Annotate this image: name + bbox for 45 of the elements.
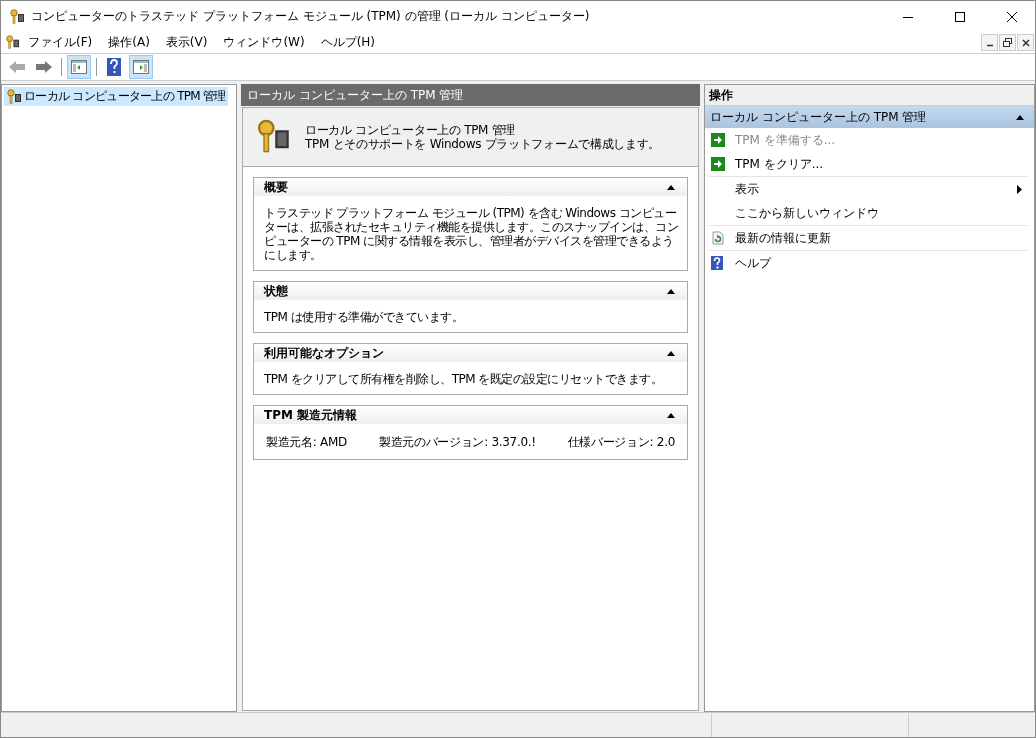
arrow-icon xyxy=(711,133,725,147)
close-button[interactable] xyxy=(1017,34,1034,51)
banner-title: ローカル コンピューター上の TPM 管理 xyxy=(305,123,517,137)
info-field: 製造元のバージョン: 3.37.0.! xyxy=(378,434,536,451)
action-item[interactable]: ここから新しいウィンドウ xyxy=(709,201,1028,225)
section-title: 概要 xyxy=(264,178,289,196)
restore-icon xyxy=(1003,38,1012,47)
menu-item[interactable]: 表示(V) xyxy=(157,32,216,53)
forward-arrow-icon[interactable] xyxy=(35,60,53,74)
window-title: コンピューターのトラステッド プラットフォーム モジュール (TPM) の管理 (ローカル コンピューター) xyxy=(31,8,591,25)
arrow-icon xyxy=(711,157,725,171)
tree-pane-icon[interactable] xyxy=(71,60,87,74)
section-text: トラステッド プラットフォーム モジュール (TPM) を含む Windows コンピューターは、拡張されたセキュリティ機能を提供します。このスナップインは、コンピューターの TPM に関する情報を表示し、管理者がデバイスを管理できるようにします。 xyxy=(264,206,679,262)
section-text: TPM は使用する準備ができています。 xyxy=(264,310,465,324)
section-text: TPM をクリアして所有権を削除し、TPM を既定の設定にリセットできます。 xyxy=(264,372,664,386)
action-pane-icon[interactable] xyxy=(133,60,149,74)
actions-header: 操作 xyxy=(705,85,1034,106)
close-icon xyxy=(1007,11,1017,22)
refresh-icon xyxy=(711,231,725,245)
help-icon xyxy=(711,256,725,270)
maximize-icon xyxy=(955,11,965,22)
info-field: 製造元名: AMD xyxy=(266,434,347,451)
menu-item[interactable]: ウィンドウ(W) xyxy=(215,32,313,53)
section-title: 状態 xyxy=(264,282,289,300)
close-icon xyxy=(1021,38,1030,47)
tree-item[interactable]: ローカル コンピューター上の TPM 管理 xyxy=(4,87,228,106)
tpm-key-icon xyxy=(255,119,291,155)
app-icon xyxy=(9,8,25,25)
info-field: 仕様バージョン: 2.0 xyxy=(567,434,675,451)
menu-item[interactable]: ファイル(F) xyxy=(20,32,101,53)
action-item[interactable]: ヘルプ xyxy=(709,251,1028,275)
restore-button[interactable] xyxy=(999,34,1016,51)
banner-description: TPM とそのサポートを Windows プラットフォームで構成します。 xyxy=(305,137,661,151)
action-item[interactable]: TPM をクリア... xyxy=(709,152,1028,176)
help-icon[interactable] xyxy=(107,58,121,76)
tpm-key-icon xyxy=(6,88,22,105)
action-item[interactable]: 最新の情報に更新 xyxy=(709,226,1028,250)
group-title: ローカル コンピューター上の TPM 管理 xyxy=(710,108,928,126)
menu-item[interactable]: ヘルプ(H) xyxy=(312,32,384,53)
section-title: 利用可能なオプション xyxy=(264,344,385,362)
menu-item[interactable]: 操作(A) xyxy=(100,32,158,53)
section-title: TPM 製造元情報 xyxy=(264,406,359,424)
action-item[interactable]: 表示 xyxy=(709,177,1028,201)
pane-header: ローカル コンピューター上の TPM 管理 xyxy=(241,84,700,106)
app-icon xyxy=(5,35,20,50)
